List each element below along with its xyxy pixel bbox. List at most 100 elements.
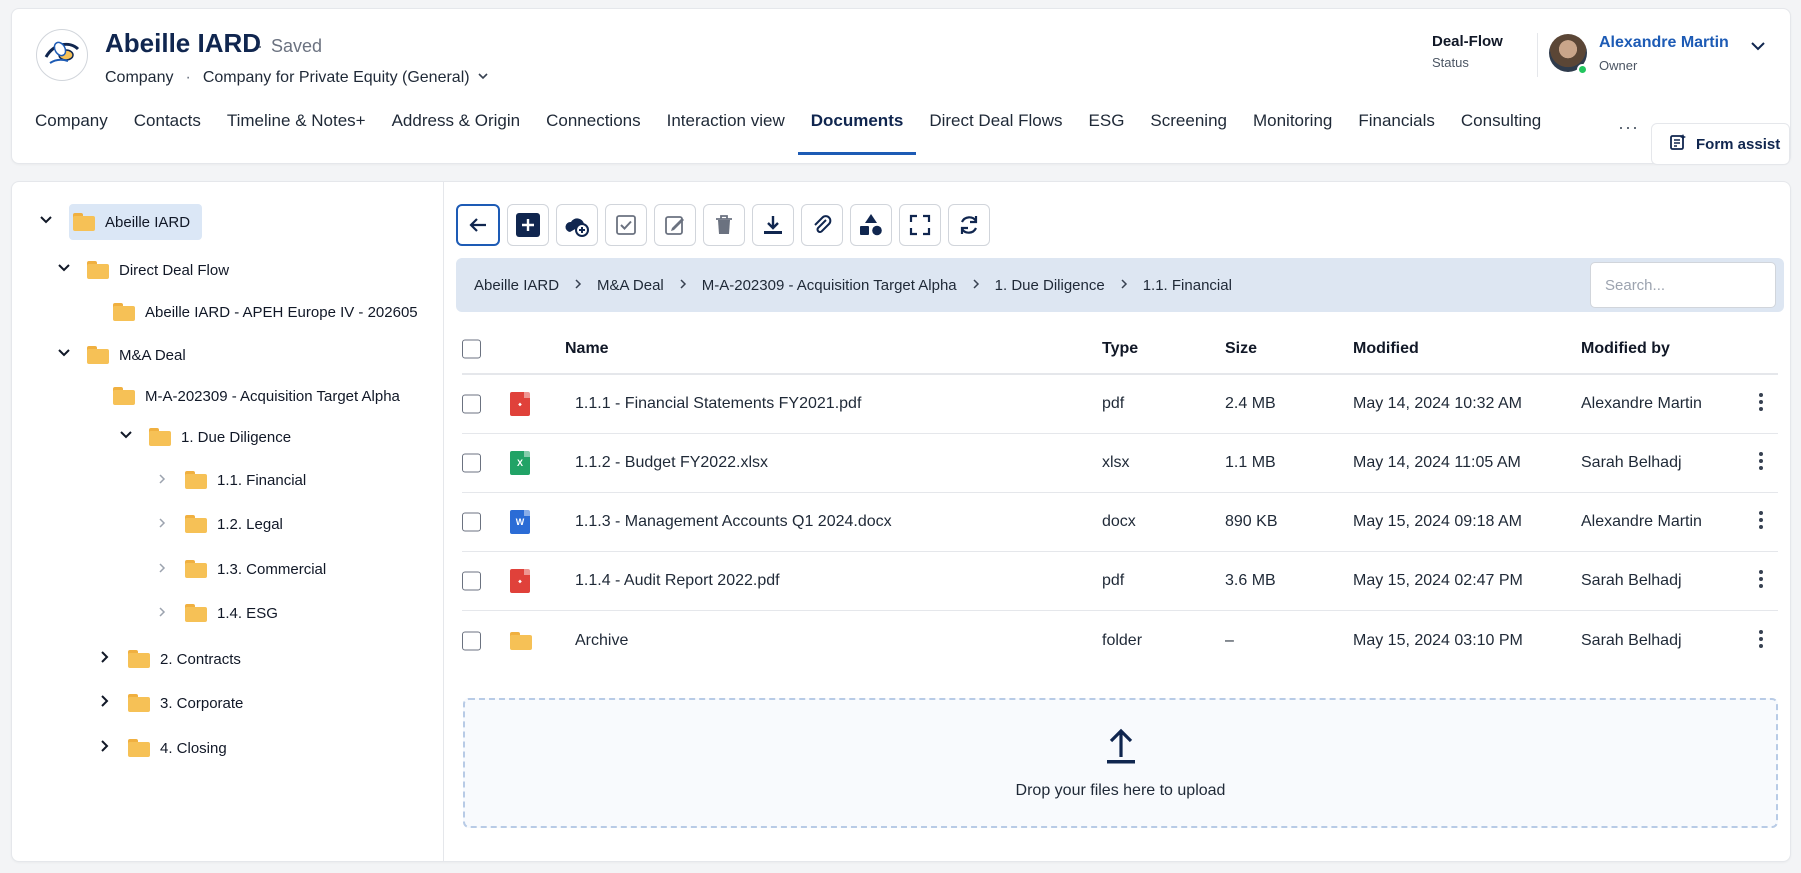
column-header-modified[interactable]: Modified	[1353, 340, 1419, 358]
tree-node-due-diligence[interactable]: 1. Due Diligence	[117, 419, 291, 455]
tree-node-selected[interactable]: Abeille IARD	[69, 204, 203, 240]
breadcrumb-item[interactable]: M&A Deal	[597, 277, 664, 294]
owner-name[interactable]: Alexandre Martin	[1599, 34, 1729, 52]
file-name[interactable]: Archive	[575, 632, 628, 650]
add-from-cloud-button[interactable]	[556, 204, 598, 246]
chevron-down-icon	[474, 71, 489, 85]
upload-dropzone[interactable]: Drop your files here to upload	[463, 698, 1778, 828]
more-actions-icon[interactable]	[1758, 392, 1764, 416]
add-button[interactable]	[507, 204, 549, 246]
file-name[interactable]: 1.1.1 - Financial Statements FY2021.pdf	[575, 395, 861, 413]
tab-connections[interactable]: Connections	[533, 109, 654, 155]
more-actions-icon[interactable]	[1758, 510, 1764, 534]
tree-node-direct-item[interactable]: Abeille IARD - APEH Europe IV - 202605	[113, 294, 418, 330]
tab-monitoring[interactable]: Monitoring	[1240, 109, 1345, 155]
tree-node-commercial[interactable]: 1.3. Commercial	[153, 551, 326, 587]
tab-company[interactable]: Company	[12, 109, 121, 155]
breadcrumb-item[interactable]: Abeille IARD	[474, 277, 559, 294]
more-actions-icon[interactable]	[1758, 629, 1764, 653]
chevron-right-icon	[1119, 277, 1129, 294]
form-assist-button[interactable]: Form assist	[1651, 123, 1790, 165]
table-row[interactable]: W 1.1.3 - Management Accounts Q1 2024.do…	[462, 493, 1778, 552]
chevron-right-icon[interactable]	[153, 605, 171, 622]
file-type: pdf	[1102, 572, 1125, 589]
table-row[interactable]: ⬩ 1.1.1 - Financial Statements FY2021.pd…	[462, 375, 1778, 434]
row-checkbox[interactable]	[462, 512, 481, 532]
breadcrumb-item-current[interactable]: 1.1. Financial	[1143, 277, 1232, 294]
status-label: Status	[1432, 55, 1469, 70]
tab-interaction-view[interactable]: Interaction view	[654, 109, 798, 155]
shapes-button[interactable]	[850, 204, 892, 246]
folder-icon	[128, 694, 150, 712]
tab-timeline-notes[interactable]: Timeline & Notes+	[214, 109, 379, 155]
chevron-down-icon[interactable]	[37, 213, 55, 231]
tree-node-direct-deal-flow[interactable]: Direct Deal Flow	[55, 252, 229, 288]
table-row[interactable]: X 1.1.2 - Budget FY2022.xlsx xlsx 1.1 MB…	[462, 434, 1778, 493]
chevron-down-icon[interactable]	[55, 261, 73, 279]
tab-documents[interactable]: Documents	[797, 109, 917, 155]
tab-contacts[interactable]: Contacts	[121, 109, 214, 155]
file-name[interactable]: 1.1.3 - Management Accounts Q1 2024.docx	[575, 513, 892, 531]
pdf-icon: ⬩	[510, 392, 530, 416]
row-checkbox[interactable]	[462, 453, 481, 473]
tree-node-root[interactable]: Abeille IARD	[37, 204, 203, 240]
table-row[interactable]: Archive folder – May 15, 2024 03:10 PM S…	[462, 611, 1778, 670]
file-modified-by: Sarah Belhadj	[1581, 631, 1682, 649]
column-header-name[interactable]: Name	[565, 340, 609, 358]
file-name[interactable]: 1.1.4 - Audit Report 2022.pdf	[575, 572, 780, 590]
chevron-right-icon[interactable]	[96, 694, 114, 712]
table-row[interactable]: ⬩ 1.1.4 - Audit Report 2022.pdf pdf 3.6 …	[462, 552, 1778, 611]
column-header-size[interactable]: Size	[1225, 340, 1257, 358]
folder-icon	[128, 650, 150, 668]
chevron-right-icon[interactable]	[153, 472, 171, 489]
more-actions-icon[interactable]	[1758, 569, 1764, 593]
tab-screening[interactable]: Screening	[1137, 109, 1240, 155]
fullscreen-button[interactable]	[899, 204, 941, 246]
row-checkbox[interactable]	[462, 631, 481, 650]
breadcrumb-item[interactable]: M-A-202309 - Acquisition Target Alpha	[702, 277, 957, 294]
tab-financials[interactable]: Financials	[1345, 109, 1448, 155]
chevron-right-icon[interactable]	[153, 561, 171, 578]
breadcrumb-item[interactable]: 1. Due Diligence	[995, 277, 1105, 294]
tree-node-legal[interactable]: 1.2. Legal	[153, 506, 283, 542]
tree-node-ma-item[interactable]: M-A-202309 - Acquisition Target Alpha	[113, 378, 400, 414]
refresh-button[interactable]	[948, 204, 990, 246]
tree-node-contracts[interactable]: 2. Contracts	[96, 641, 241, 677]
status-block: Deal-Flow Status	[1432, 33, 1503, 70]
chevron-right-icon[interactable]	[153, 516, 171, 533]
download-button[interactable]	[752, 204, 794, 246]
chevron-right-icon[interactable]	[96, 650, 114, 668]
column-header-modified-by[interactable]: Modified by	[1581, 340, 1670, 358]
chevron-right-icon[interactable]	[96, 739, 114, 757]
chevron-down-icon[interactable]	[1749, 37, 1767, 60]
delete-button[interactable]	[703, 204, 745, 246]
template-selector[interactable]: Company for Private Equity (General)	[203, 69, 489, 87]
tree-node-ma-deal[interactable]: M&A Deal	[55, 337, 186, 373]
back-button[interactable]	[456, 204, 500, 246]
tree-node-financial[interactable]: 1.1. Financial	[153, 462, 306, 498]
tab-consulting[interactable]: Consulting	[1448, 109, 1554, 155]
select-all-checkbox[interactable]	[462, 339, 481, 359]
more-tabs-icon[interactable]: ···	[1618, 117, 1639, 138]
tab-address-origin[interactable]: Address & Origin	[379, 109, 534, 155]
record-tabs: Company Contacts Timeline & Notes+ Addre…	[12, 109, 1554, 165]
search-input[interactable]	[1590, 262, 1776, 308]
more-actions-icon[interactable]	[1758, 451, 1764, 475]
tab-esg[interactable]: ESG	[1076, 109, 1138, 155]
edit-button[interactable]	[654, 204, 696, 246]
column-header-type[interactable]: Type	[1102, 340, 1138, 358]
row-checkbox[interactable]	[462, 571, 481, 591]
select-button[interactable]	[605, 204, 647, 246]
chevron-down-icon[interactable]	[117, 428, 135, 446]
tree-node-esg[interactable]: 1.4. ESG	[153, 595, 278, 631]
row-checkbox[interactable]	[462, 394, 481, 414]
tree-node-closing[interactable]: 4. Closing	[96, 730, 227, 766]
file-size: –	[1225, 631, 1234, 649]
attach-button[interactable]	[801, 204, 843, 246]
chevron-down-icon[interactable]	[55, 346, 73, 364]
tree-label: 1.1. Financial	[217, 471, 307, 489]
file-type: xlsx	[1102, 454, 1130, 471]
file-name[interactable]: 1.1.2 - Budget FY2022.xlsx	[575, 454, 768, 472]
tree-node-corporate[interactable]: 3. Corporate	[96, 685, 243, 721]
tab-direct-deal-flows[interactable]: Direct Deal Flows	[916, 109, 1075, 155]
